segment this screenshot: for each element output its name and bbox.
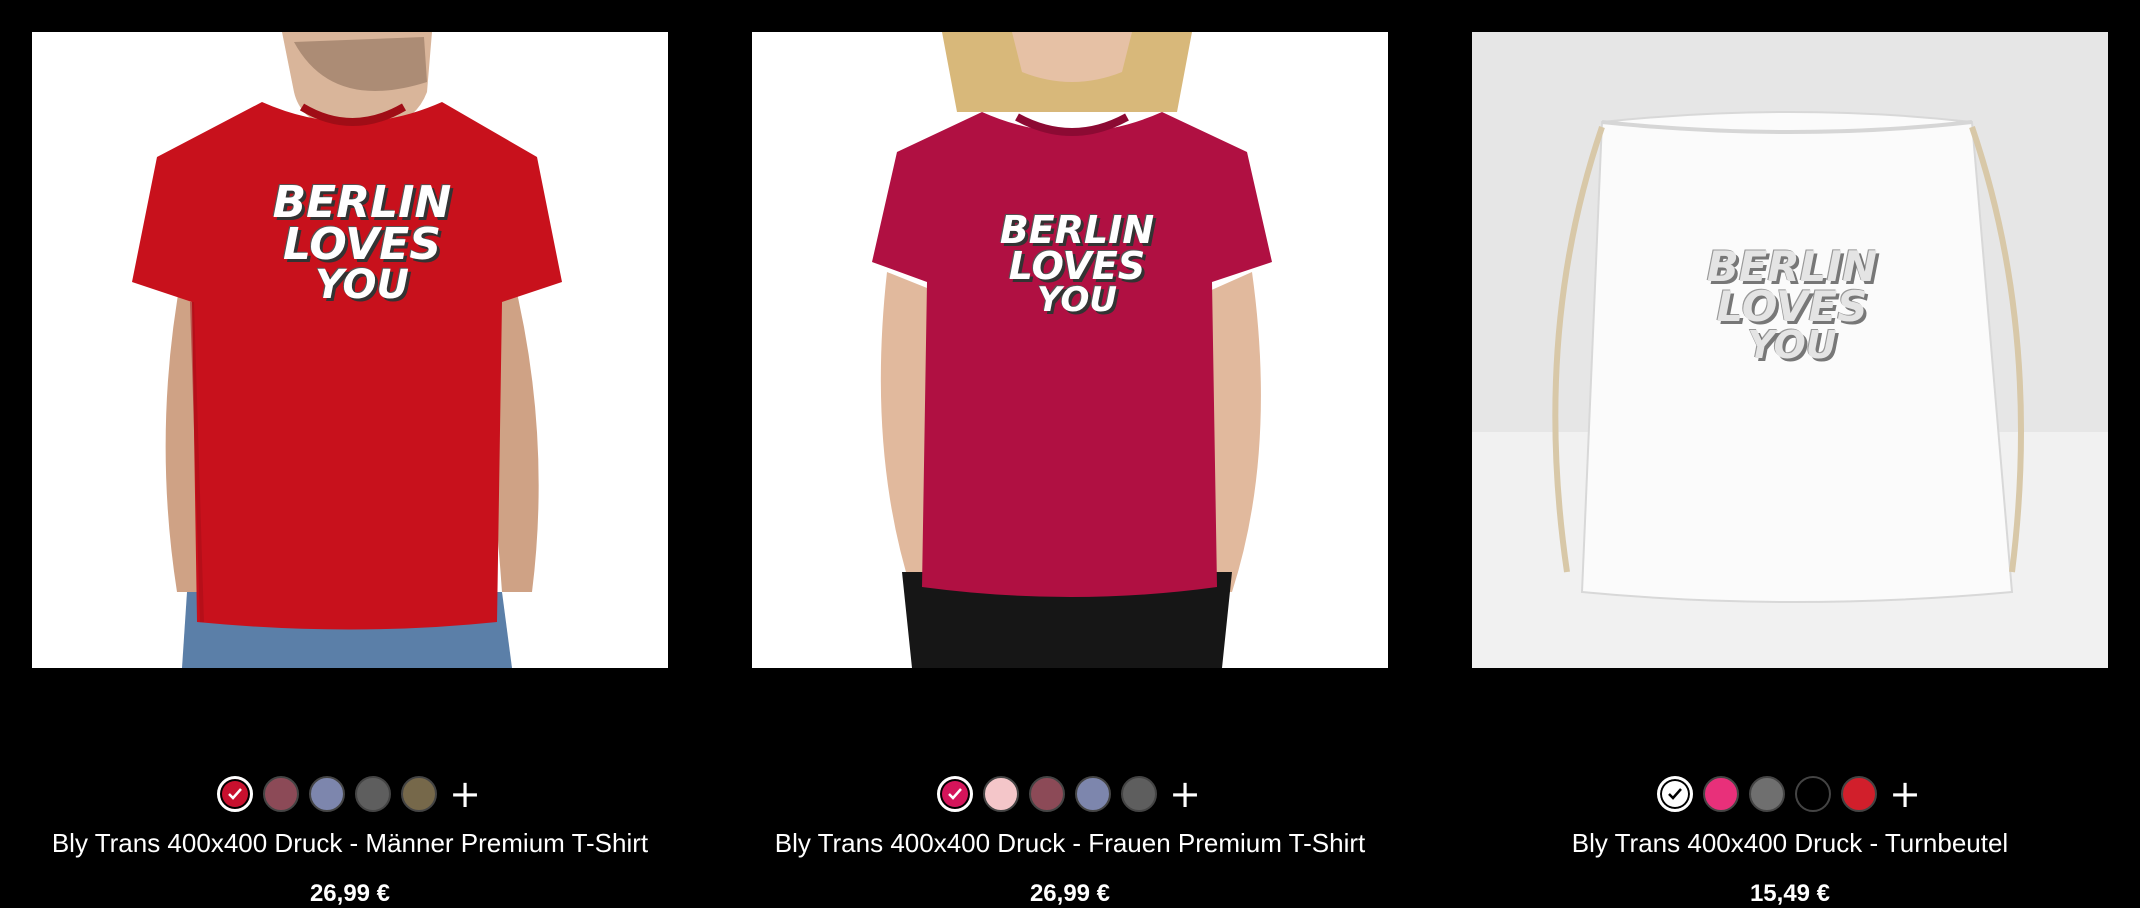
more-colors-icon[interactable]: + [1887, 775, 1923, 813]
check-icon [1660, 779, 1690, 809]
color-swatch[interactable] [1121, 776, 1157, 812]
color-swatch[interactable] [983, 776, 1019, 812]
design-line: BERLIN [272, 177, 452, 228]
design-line: YOU [1747, 322, 1837, 367]
check-icon [220, 779, 250, 809]
product-card[interactable]: BERLIN LOVES YOU + Bly Trans 400x400 Dru… [32, 32, 668, 907]
color-swatch-selected[interactable] [217, 776, 253, 812]
product-price: 15,49 € [1749, 880, 1831, 907]
product-title[interactable]: Bly Trans 400x400 Druck - Männer Premium… [32, 828, 668, 859]
color-swatch-selected[interactable] [937, 776, 973, 812]
design-line: YOU [1037, 280, 1117, 321]
color-swatch[interactable] [1795, 776, 1831, 812]
product-title[interactable]: Bly Trans 400x400 Druck - Frauen Premium… [752, 828, 1388, 859]
product-price: 26,99 € [1029, 880, 1111, 907]
product-title[interactable]: Bly Trans 400x400 Druck - Turnbeutel [1472, 828, 2108, 859]
print-design: BERLIN LOVES YOU [982, 208, 1172, 321]
print-design: BERLIN LOVES YOU [1687, 242, 1897, 367]
design-line: LOVES [1008, 244, 1146, 289]
product-image[interactable]: BERLIN LOVES YOU [1472, 32, 2108, 668]
color-swatch[interactable] [1841, 776, 1877, 812]
design-line: LOVES [282, 218, 442, 270]
color-swatch[interactable] [1703, 776, 1739, 812]
design-line: YOU [314, 261, 410, 308]
product-card[interactable]: BERLIN LOVES YOU + Bly Trans 400x400 Dru… [752, 32, 1388, 907]
color-swatch[interactable] [1075, 776, 1111, 812]
product-price: 26,99 € [309, 880, 391, 907]
print-design: BERLIN LOVES YOU [257, 177, 467, 308]
product-image[interactable]: BERLIN LOVES YOU [32, 32, 668, 668]
more-colors-icon[interactable]: + [447, 775, 483, 813]
more-colors-icon[interactable]: + [1167, 775, 1203, 813]
design-line: LOVES [1716, 281, 1868, 331]
color-swatches: + [1472, 774, 2108, 814]
color-swatch[interactable] [1029, 776, 1065, 812]
design-line: BERLIN [999, 208, 1155, 252]
design-line: BERLIN [1706, 242, 1878, 291]
color-swatch[interactable] [309, 776, 345, 812]
check-icon [940, 779, 970, 809]
color-swatch[interactable] [401, 776, 437, 812]
product-card[interactable]: BERLIN LOVES YOU + Bly Trans 400x400 Dru… [1472, 32, 2108, 907]
color-swatch[interactable] [1749, 776, 1785, 812]
product-image[interactable]: BERLIN LOVES YOU [752, 32, 1388, 668]
color-swatches: + [32, 774, 668, 814]
color-swatch-selected[interactable] [1657, 776, 1693, 812]
color-swatch[interactable] [263, 776, 299, 812]
color-swatches: + [752, 774, 1388, 814]
color-swatch[interactable] [355, 776, 391, 812]
